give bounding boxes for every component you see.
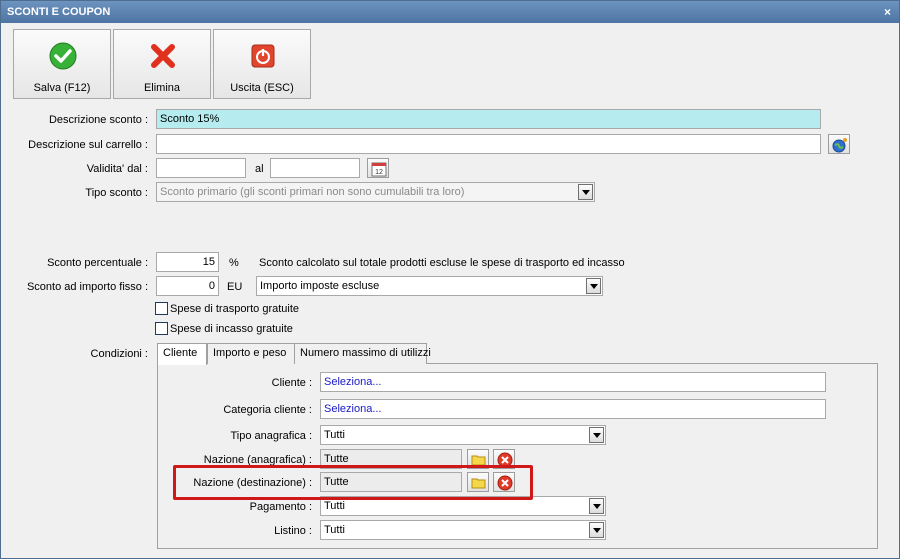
pagamento-label: Pagamento :: [249, 501, 312, 513]
fisso-unit: EU: [227, 281, 243, 293]
exit-button[interactable]: Uscita (ESC): [213, 29, 311, 99]
spese-trasporto-label: Spese di trasporto gratuite: [170, 303, 300, 315]
svg-text:12: 12: [375, 169, 383, 176]
descrizione-label: Descrizione sconto :: [48, 114, 148, 126]
condizioni-label: Condizioni :: [90, 348, 148, 360]
tab-importo-peso[interactable]: Importo e peso: [207, 343, 298, 364]
validita-label: Validita' dal :: [86, 163, 148, 175]
check-icon: [49, 42, 77, 70]
window-titlebar: SCONTI E COUPON ×: [1, 1, 899, 23]
chevron-down-icon[interactable]: [589, 498, 604, 514]
listino-value: Tutti: [324, 524, 345, 536]
tipo-anagrafica-select[interactable]: Tutti: [320, 425, 606, 445]
tipo-anagrafica-label: Tipo anagrafica :: [230, 430, 312, 442]
delete-button[interactable]: Elimina: [113, 29, 211, 99]
categoria-label: Categoria cliente :: [223, 404, 312, 416]
window-title: SCONTI E COUPON: [7, 6, 111, 18]
delete-label: Elimina: [143, 82, 181, 94]
chevron-down-icon[interactable]: [589, 522, 604, 538]
x-icon: [151, 44, 175, 68]
tab-numero-utilizzi[interactable]: Numero massimo di utilizzi: [294, 343, 431, 364]
al-label: al: [255, 163, 264, 175]
chevron-down-icon[interactable]: [586, 278, 601, 294]
fisso-select[interactable]: Importo imposte escluse: [256, 276, 603, 296]
tipo-anagrafica-value: Tutti: [324, 429, 345, 441]
tipo-sconto-select[interactable]: Sconto primario (gli sconti primari non …: [156, 182, 595, 202]
perc-note: Sconto calcolato sul totale prodotti esc…: [259, 257, 625, 269]
close-icon[interactable]: ×: [884, 1, 891, 23]
categoria-field[interactable]: Seleziona...: [320, 399, 826, 419]
tab-cliente[interactable]: Cliente: [157, 343, 207, 365]
descrizione-field[interactable]: Sconto 15%: [156, 109, 821, 129]
pagamento-value: Tutti: [324, 500, 345, 512]
save-label: Salva (F12): [33, 82, 91, 94]
exit-label: Uscita (ESC): [230, 82, 294, 94]
calendar-icon: 12: [371, 162, 387, 177]
tipo-sconto-value: Sconto primario (gli sconti primari non …: [160, 186, 465, 198]
spese-incasso-label: Spese di incasso gratuite: [170, 323, 293, 335]
fisso-select-value: Importo imposte escluse: [260, 280, 380, 292]
carrello-field[interactable]: [156, 134, 821, 154]
perc-unit: %: [229, 257, 239, 269]
fisso-field[interactable]: 0: [156, 276, 219, 296]
cliente-field[interactable]: Seleziona...: [320, 372, 826, 392]
perc-label: Sconto percentuale :: [47, 257, 148, 269]
highlight-annotation: [173, 465, 533, 500]
validita-to-field[interactable]: [270, 158, 360, 178]
spese-trasporto-checkbox[interactable]: [155, 302, 168, 315]
listino-label: Listino :: [274, 525, 312, 537]
cliente-label: Cliente :: [271, 377, 312, 389]
chevron-down-icon[interactable]: [578, 184, 593, 200]
sconti-coupon-window: SCONTI E COUPON × Salva (F12) Elimina Us…: [0, 0, 900, 559]
chevron-down-icon[interactable]: [589, 427, 604, 443]
carrello-label: Descrizione sul carrello :: [28, 139, 148, 151]
globe-icon: [832, 138, 847, 153]
fisso-label: Sconto ad importo fisso :: [26, 281, 148, 293]
save-button[interactable]: Salva (F12): [13, 29, 111, 99]
validita-from-field[interactable]: [156, 158, 246, 178]
translate-button[interactable]: [828, 134, 850, 154]
calendar-button[interactable]: 12: [367, 158, 389, 178]
perc-field[interactable]: 15: [156, 252, 219, 272]
spese-incasso-checkbox[interactable]: [155, 322, 168, 335]
listino-select[interactable]: Tutti: [320, 520, 606, 540]
power-icon: [251, 44, 275, 68]
tipo-sconto-label: Tipo sconto :: [85, 187, 148, 199]
